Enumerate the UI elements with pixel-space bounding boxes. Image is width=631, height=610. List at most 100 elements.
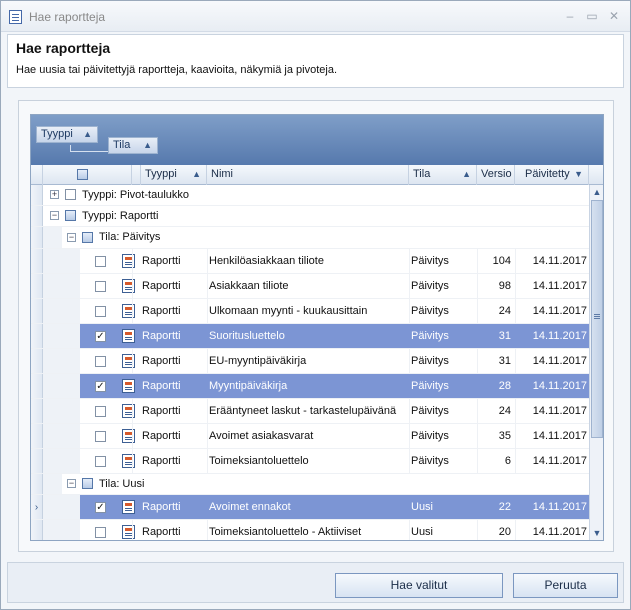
table-row[interactable]: Raportti Asiakkaan tiliote Päivitys 98 14.11… [31,274,589,299]
scroll-down-icon[interactable]: ▼ [591,526,603,540]
vertical-scrollbar[interactable]: ▲ ▼ [589,185,603,540]
close-icon[interactable]: ✕ [606,8,622,24]
group-row-uusi[interactable]: − Tila: Uusi [31,474,589,495]
column-divider [207,349,208,373]
cell-paivitetty: 14.11.2017 [532,405,587,417]
report-icon [122,354,135,368]
group-partial-checkbox[interactable] [65,210,76,221]
group-partial-checkbox[interactable] [82,232,93,243]
column-label: Tyyppi [145,168,177,180]
table-row[interactable]: ✓ Raportti Suoritusluettelo Päivitys 31 14.11… [31,324,589,349]
row-checkbox[interactable] [95,356,106,367]
row-indicator[interactable] [31,299,43,323]
expand-icon[interactable]: + [50,190,59,199]
table-row[interactable]: ✓ Raportti Myyntipäiväkirja Päivitys 28 14.11… [31,374,589,399]
indent [43,449,80,473]
table-row[interactable]: Raportti Avoimet asiakasvarat Päivitys 35 14… [31,424,589,449]
indent [43,495,80,519]
column-header-versio[interactable]: Versio [477,165,515,185]
row-checkbox[interactable] [95,306,106,317]
column-label: Nimi [211,168,233,180]
scroll-thumb[interactable] [591,200,603,438]
row-checkbox[interactable]: ✓ [95,331,106,342]
report-icon [122,429,135,443]
cell-paivitetty: 14.11.2017 [532,330,587,342]
row-indicator[interactable] [31,349,43,373]
table-row[interactable]: Raportti Ulkomaan myynti - kuukausittain P… [31,299,589,324]
cancel-button[interactable]: Peruuta [513,573,618,598]
indent [43,227,62,248]
cell-paivitetty: 14.11.2017 [532,305,587,317]
group-row-pivot[interactable]: + Tyyppi: Pivot-taulukko [31,185,589,206]
fetch-selected-button[interactable]: Hae valitut [335,573,503,598]
table-row[interactable]: › ✓ Raportti Avoimet ennakot Uusi 22 14.11.201… [31,495,589,520]
row-indicator[interactable] [31,424,43,448]
column-divider [515,399,516,423]
row-indicator[interactable] [31,324,43,348]
row-indicator[interactable] [31,399,43,423]
row-checkbox[interactable] [95,406,106,417]
select-all-icon[interactable] [77,169,88,180]
column-divider [132,424,133,448]
row-indicator [31,206,43,226]
group-checkbox[interactable] [65,189,76,200]
row-indicator[interactable] [31,274,43,298]
table-row[interactable]: Raportti Henkilöasiakkaan tiliote Päivitys… [31,249,589,274]
row-indicator-header [31,165,43,185]
maximize-icon[interactable]: ▭ [584,8,600,24]
collapse-icon[interactable]: − [67,233,76,242]
cell-tila: Päivitys [411,330,449,342]
column-header-nimi[interactable]: Nimi [207,165,409,185]
column-header-tyyppi[interactable]: Tyyppi ▲ [141,165,207,185]
row-checkbox[interactable]: ✓ [95,502,106,513]
column-divider [477,249,478,273]
group-by-panel: Tyyppi ▲ Tila ▲ [31,115,603,165]
row-checkbox[interactable] [95,256,106,267]
cell-tyyppi: Raportti [142,305,181,317]
minimize-icon[interactable]: – [562,8,578,24]
row-checkbox[interactable] [95,281,106,292]
scroll-up-icon[interactable]: ▲ [591,185,603,199]
cell-versio: 24 [498,305,511,317]
row-indicator[interactable] [31,520,43,540]
cell-paivitetty: 14.11.2017 [532,430,587,442]
table-row[interactable]: Raportti Toimeksiantoluettelo Päivitys 6 14.… [31,449,589,474]
group-chip-tyyppi[interactable]: Tyyppi ▲ [36,126,98,143]
row-indicator[interactable] [31,249,43,273]
column-header-paivitetty[interactable]: Päivitetty ▼ [515,165,589,185]
group-row-paivitys[interactable]: − Tila: Päivitys [31,227,589,249]
column-divider [132,399,133,423]
cell-paivitetty: 14.11.2017 [532,380,587,392]
column-divider [207,424,208,448]
row-checkbox[interactable]: ✓ [95,381,106,392]
table-row[interactable]: Raportti Toimeksiantoluettelo - Aktiivise… [31,520,589,540]
group-row-raportti[interactable]: − Tyyppi: Raportti [31,206,589,227]
cell-tila: Päivitys [411,380,449,392]
dialog-footer: Hae valitut Peruuta [7,562,624,603]
row-indicator[interactable] [31,374,43,398]
column-divider [477,449,478,473]
group-chip-tila[interactable]: Tila ▲ [108,137,158,154]
page-subtitle: Hae uusia tai päivitettyjä raportteja, k… [16,64,338,76]
sort-up-icon: ▲ [192,169,201,179]
table-row[interactable]: Raportti EU-myyntipäiväkirja Päivitys 31 14.… [31,349,589,374]
select-all-header[interactable] [43,165,132,185]
group-partial-checkbox[interactable] [82,478,93,489]
row-checkbox[interactable] [95,527,106,538]
collapse-icon[interactable]: − [50,211,59,220]
row-indicator[interactable] [31,449,43,473]
column-header-tila[interactable]: Tila ▲ [409,165,477,185]
row-checkbox[interactable] [95,456,106,467]
row-indicator [31,474,43,494]
column-divider [409,520,410,540]
cell-tila: Päivitys [411,305,449,317]
report-icon [122,525,135,539]
cell-tila: Uusi [411,501,434,513]
table-row[interactable]: Raportti Erääntyneet laskut - tarkastelup… [31,399,589,424]
row-checkbox[interactable] [95,431,106,442]
cell-tila: Uusi [411,526,434,538]
sort-up-icon: ▲ [143,140,152,150]
row-indicator[interactable]: › [31,495,43,519]
sort-up-icon: ▲ [83,129,92,139]
collapse-icon[interactable]: − [67,479,76,488]
